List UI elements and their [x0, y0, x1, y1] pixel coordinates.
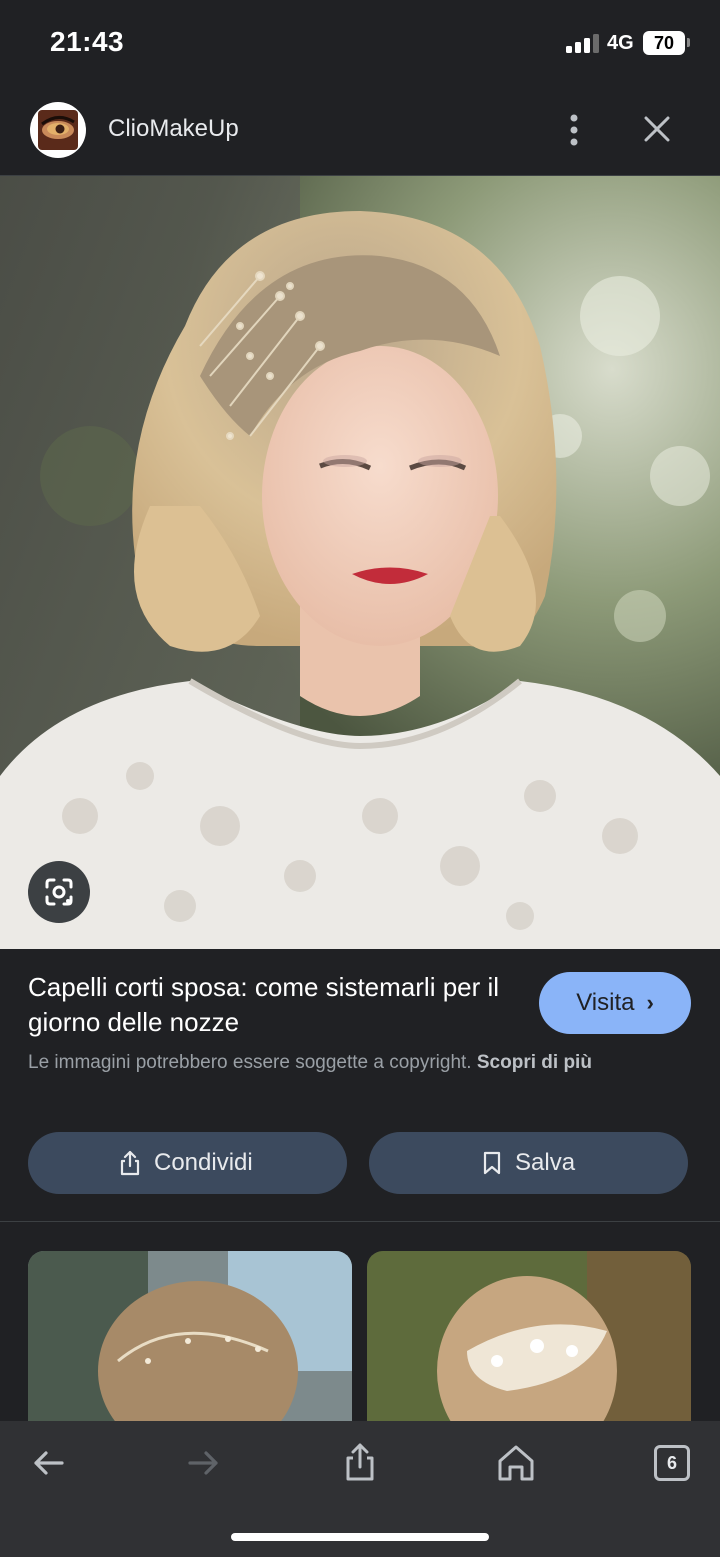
- related-image-2[interactable]: [367, 1251, 691, 1426]
- browser-toolbar: 6: [0, 1421, 720, 1557]
- section-divider: [0, 1221, 720, 1222]
- copyright-text: Le immagini potrebbero essere soggette a…: [28, 1052, 472, 1073]
- status-bar: 21:43 4G 70: [0, 0, 720, 90]
- google-lens-button[interactable]: [28, 861, 90, 923]
- visit-button[interactable]: Visita ›: [539, 972, 691, 1034]
- related-photo-1: [28, 1251, 352, 1426]
- network-type: 4G: [607, 32, 634, 54]
- battery-icon: 70: [643, 31, 685, 55]
- home-indicator: [231, 1533, 489, 1541]
- back-arrow-icon[interactable]: [24, 1439, 72, 1487]
- related-photo-2: [367, 1251, 691, 1426]
- chevron-right-icon: ›: [646, 990, 654, 1015]
- learn-more-link[interactable]: Scopri di più: [477, 1052, 592, 1073]
- tab-switcher-button[interactable]: 6: [648, 1439, 696, 1487]
- bookmark-icon: [483, 1151, 501, 1175]
- related-image-1[interactable]: [28, 1251, 352, 1426]
- tab-count: 6: [654, 1445, 690, 1481]
- share-label: Condividi: [154, 1149, 253, 1176]
- close-icon[interactable]: [636, 108, 678, 150]
- save-label: Salva: [515, 1149, 576, 1176]
- result-title[interactable]: Capelli corti sposa: come sistemarli per…: [28, 970, 518, 1040]
- forward-arrow-icon[interactable]: [180, 1439, 228, 1487]
- more-vert-icon[interactable]: [556, 110, 592, 150]
- home-icon[interactable]: [492, 1439, 540, 1487]
- save-button[interactable]: Salva: [369, 1132, 688, 1194]
- viewer-header: ClioMakeUp: [0, 90, 720, 176]
- status-time: 21:43: [50, 26, 125, 57]
- site-name[interactable]: ClioMakeUp: [108, 115, 239, 143]
- result-image[interactable]: [0, 176, 720, 949]
- share-icon: [120, 1150, 140, 1176]
- copyright-notice: Le immagini potrebbero essere soggette a…: [28, 1048, 688, 1077]
- bride-photo: [0, 176, 720, 949]
- share-page-icon[interactable]: [336, 1439, 384, 1487]
- site-logo[interactable]: [30, 102, 86, 158]
- site-logo-image: [38, 110, 78, 150]
- visit-label: Visita: [576, 989, 635, 1016]
- share-button[interactable]: Condividi: [28, 1132, 347, 1194]
- lens-icon: [45, 878, 73, 906]
- signal-icon: [566, 34, 599, 53]
- battery-tip: [687, 38, 690, 47]
